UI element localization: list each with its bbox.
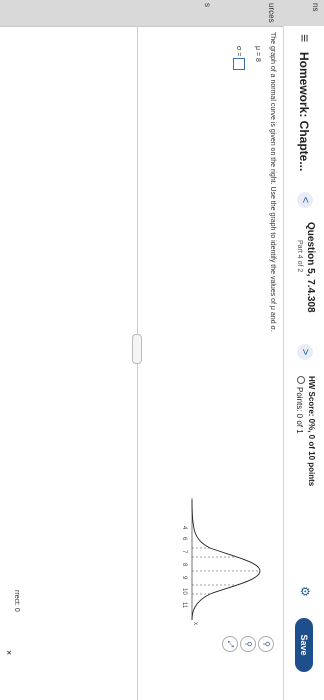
question-part: Part 4 of 2 <box>296 240 303 273</box>
x-tick-label: 7 <box>181 550 187 554</box>
top-bar: ≡ Homework: Chapte... < Question 5, 7.4.… <box>283 26 324 700</box>
close-icon[interactable]: × <box>4 650 14 655</box>
x-tick-label: 11 <box>181 602 187 609</box>
expand-icon[interactable]: ⤢ <box>222 636 238 652</box>
sigma-input[interactable] <box>233 58 245 71</box>
correct-count: rrect: 0 <box>13 590 20 612</box>
next-question-button[interactable]: > <box>297 344 313 360</box>
normal-curve-graph: 4 6 7 8 9 10 11 x <box>181 498 261 625</box>
zoom-in-icon[interactable]: ⚲ <box>258 636 274 652</box>
points-circle-icon <box>297 376 305 384</box>
points-text: Points: 0 of 1 <box>295 387 304 434</box>
save-button[interactable]: Save <box>295 618 313 672</box>
mu-answer: μ = 8 <box>254 46 261 62</box>
question-title: Question 5, 7.4.308 <box>305 222 316 313</box>
x-tick-label: 9 <box>181 576 187 580</box>
left-side-panel: ns urces s <box>0 0 324 27</box>
x-tick-label: 10 <box>181 588 187 595</box>
side-label-2: urces <box>267 3 276 23</box>
side-label-1: ns <box>311 3 320 12</box>
answer-area: μ = 8 σ = <box>224 46 261 71</box>
sigma-label: σ = <box>235 46 243 57</box>
x-axis-label: x <box>192 622 198 625</box>
x-tick-label: 6 <box>181 537 187 541</box>
homework-title: Homework: Chapte... <box>297 52 311 172</box>
rotated-screen: ns urces s ≡ Homework: Chapte... < Quest… <box>0 0 324 700</box>
points-row: Points: 0 of 1 <box>295 376 305 434</box>
zoom-out-icon[interactable]: ⚲ <box>240 636 256 652</box>
previous-question-button[interactable]: < <box>297 192 313 208</box>
divider-handle[interactable] <box>132 334 142 364</box>
vertical-guides <box>192 547 260 595</box>
side-label-3: s <box>203 3 212 7</box>
normal-curve <box>191 499 261 621</box>
x-tick-label: 8 <box>181 563 187 567</box>
sigma-answer-row: σ = <box>233 46 245 71</box>
gear-icon[interactable]: ⚙ <box>298 586 312 597</box>
question-text: The graph of a normal curve is given on … <box>269 32 276 332</box>
hw-score: HW Score: 0%, 0 of 10 points <box>307 376 316 487</box>
x-tick-label: 4 <box>181 526 187 530</box>
menu-icon[interactable]: ≡ <box>297 34 313 42</box>
